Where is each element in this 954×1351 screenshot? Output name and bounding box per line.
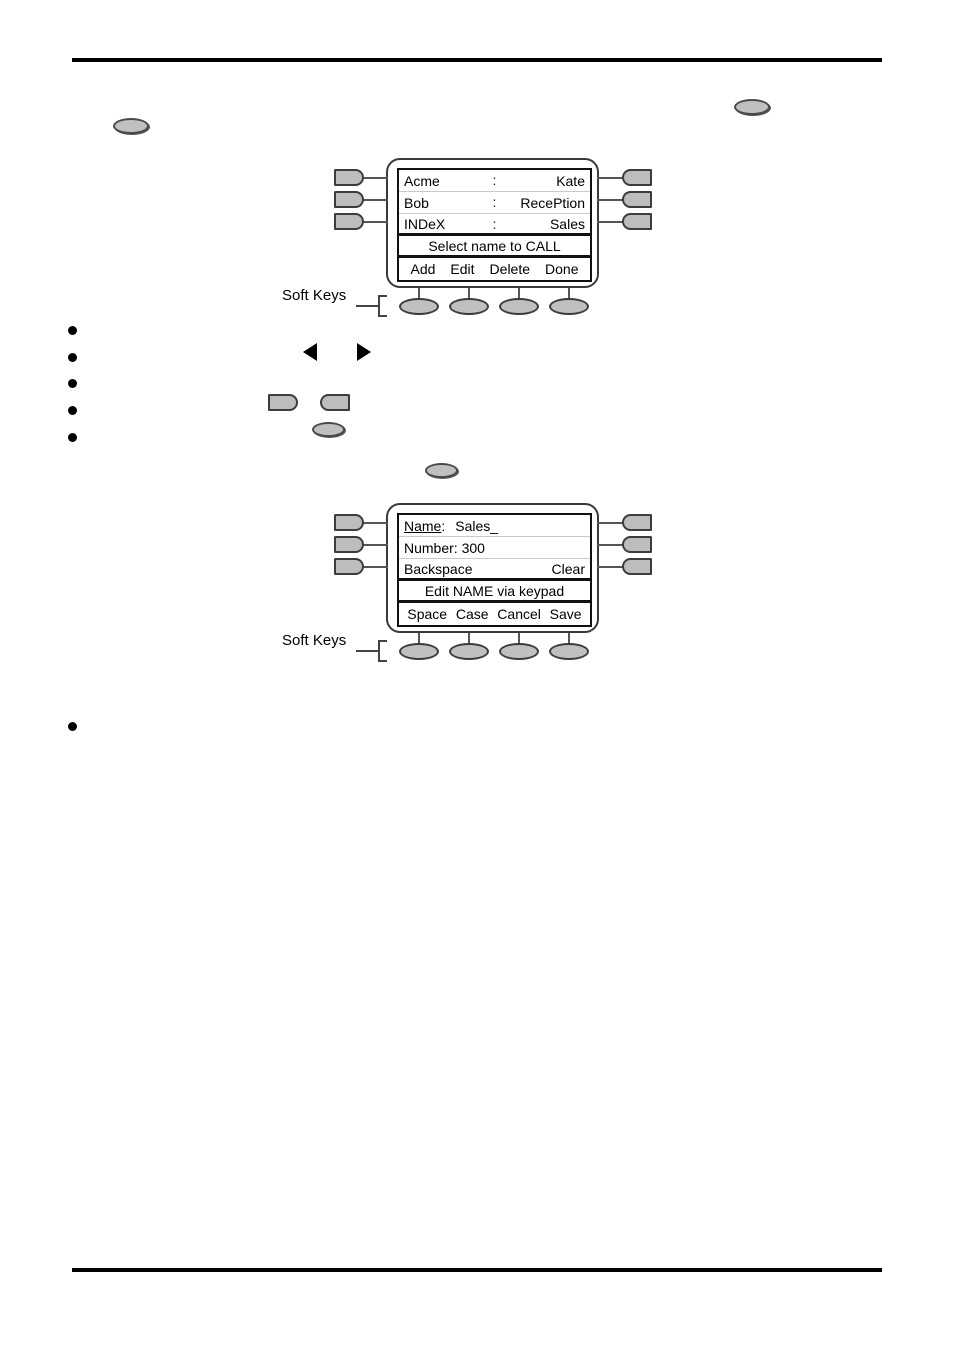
button-leader-line xyxy=(597,221,623,223)
phone-display-bezel: Acme : Kate Bob : RecePtion INDeX : Sale… xyxy=(386,158,599,288)
entry-name: Bob xyxy=(404,194,429,211)
screen-softkey-labels: Add Edit Delete Done xyxy=(399,258,590,280)
header-rule xyxy=(72,58,882,62)
softkey-label-cancel[interactable]: Cancel xyxy=(496,606,542,622)
display-button-left-2[interactable] xyxy=(334,536,364,553)
softkey-button-2[interactable] xyxy=(449,298,489,315)
list-item-bullet xyxy=(68,326,77,335)
button-leader-line xyxy=(362,177,388,179)
softkey-label-case[interactable]: Case xyxy=(455,606,490,622)
name-field-value: Sales_ xyxy=(455,517,499,534)
entry-name: Acme xyxy=(404,172,440,189)
entry-target: Sales xyxy=(549,215,585,232)
edit-actions-row[interactable]: Backspace Clear xyxy=(399,559,590,581)
button-leader-line xyxy=(597,544,623,546)
display-button-right-3[interactable] xyxy=(622,558,652,575)
name-field-label: Name xyxy=(404,517,442,534)
entry-separator: : xyxy=(492,194,497,210)
softkey-oval-icon xyxy=(734,99,770,115)
softkey-button-4[interactable] xyxy=(549,643,589,660)
directory-entry-row[interactable]: INDeX : Sales xyxy=(399,214,590,236)
backspace-label[interactable]: Backspace xyxy=(404,562,472,576)
soft-keys-bracket xyxy=(378,295,387,317)
right-display-button-icon xyxy=(320,394,350,411)
name-field-row[interactable]: Name : Sales_ xyxy=(399,515,590,537)
soft-keys-caption: Soft Keys xyxy=(282,632,347,649)
button-leader-line xyxy=(597,522,623,524)
button-leader-line xyxy=(362,544,388,546)
button-leader-line xyxy=(362,522,388,524)
button-leader-line xyxy=(362,566,388,568)
list-item-bullet xyxy=(68,379,77,388)
softkey-button-3[interactable] xyxy=(499,643,539,660)
display-button-right-2[interactable] xyxy=(622,536,652,553)
number-field-text: Number: 300 xyxy=(404,539,485,556)
button-leader-line xyxy=(597,199,623,201)
name-field-colon: : xyxy=(441,517,446,534)
number-field-row[interactable]: Number: 300 xyxy=(399,537,590,559)
screen-softkey-labels: Space Case Cancel Save xyxy=(399,603,590,625)
display-button-left-3[interactable] xyxy=(334,558,364,575)
button-leader-line xyxy=(597,566,623,568)
list-item-bullet xyxy=(68,353,77,362)
entry-target: Kate xyxy=(556,172,585,189)
left-display-button-icon xyxy=(268,394,298,411)
display-button-right-1[interactable] xyxy=(622,514,652,531)
softkey-button-1[interactable] xyxy=(399,298,439,315)
softkey-label-space[interactable]: Space xyxy=(406,606,448,622)
softkey-label-edit[interactable]: Edit xyxy=(449,261,475,277)
display-button-left-3[interactable] xyxy=(334,213,364,230)
soft-keys-leader-line xyxy=(356,650,379,652)
display-button-right-1[interactable] xyxy=(622,169,652,186)
button-leader-line xyxy=(362,221,388,223)
softkey-button-1[interactable] xyxy=(399,643,439,660)
soft-keys-bracket xyxy=(378,640,387,662)
button-leader-line xyxy=(362,199,388,201)
entry-name: INDeX xyxy=(404,215,446,232)
softkey-label-delete[interactable]: Delete xyxy=(489,261,531,277)
display-button-right-2[interactable] xyxy=(622,191,652,208)
phone-screen: Acme : Kate Bob : RecePtion INDeX : Sale… xyxy=(397,168,592,282)
soft-keys-caption: Soft Keys xyxy=(282,287,347,304)
softkey-label-save[interactable]: Save xyxy=(549,606,583,622)
list-item-bullet xyxy=(68,406,77,415)
phone-screen: Name : Sales_ Number: 300 Backspace Clea… xyxy=(397,513,592,627)
phone-display-bezel: Name : Sales_ Number: 300 Backspace Clea… xyxy=(386,503,599,633)
softkey-oval-icon xyxy=(425,463,458,478)
softkey-button-4[interactable] xyxy=(549,298,589,315)
softkey-label-add[interactable]: Add xyxy=(410,261,437,277)
display-button-left-1[interactable] xyxy=(334,169,364,186)
clear-label[interactable]: Clear xyxy=(552,562,585,576)
entry-separator: : xyxy=(492,172,497,188)
entry-target: RecePtion xyxy=(520,194,585,211)
display-button-right-3[interactable] xyxy=(622,213,652,230)
directory-entry-row[interactable]: Bob : RecePtion xyxy=(399,192,590,214)
softkey-button-3[interactable] xyxy=(499,298,539,315)
screen-prompt: Select name to CALL xyxy=(399,236,590,258)
softkey-label-done[interactable]: Done xyxy=(544,261,579,277)
directory-entry-row[interactable]: Acme : Kate xyxy=(399,170,590,192)
softkey-oval-icon xyxy=(113,118,149,134)
screen-prompt: Edit NAME via keypad xyxy=(399,581,590,603)
softkey-oval-icon xyxy=(312,422,345,437)
display-button-left-1[interactable] xyxy=(334,514,364,531)
list-item-bullet xyxy=(68,433,77,442)
softkey-button-2[interactable] xyxy=(449,643,489,660)
list-item-bullet xyxy=(68,722,77,731)
footer-rule xyxy=(72,1268,882,1272)
soft-keys-leader-line xyxy=(356,305,379,307)
right-arrow-icon xyxy=(357,343,371,361)
button-leader-line xyxy=(597,177,623,179)
entry-separator: : xyxy=(492,216,497,232)
left-arrow-icon xyxy=(303,343,317,361)
display-button-left-2[interactable] xyxy=(334,191,364,208)
